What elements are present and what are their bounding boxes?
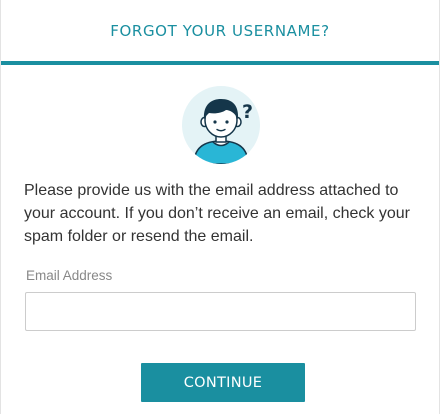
svg-text:?: ? (242, 101, 253, 123)
forgot-username-dialog: FORGOT YOUR USERNAME? ? Please provide u… (0, 0, 440, 414)
continue-button[interactable]: CONTINUE (141, 363, 305, 402)
email-address-input[interactable] (25, 292, 416, 331)
user-question-icon: ? (182, 86, 260, 164)
instruction-text: Please provide us with the email address… (24, 182, 410, 245)
dialog-header: FORGOT YOUR USERNAME? (1, 0, 439, 65)
email-address-label: Email Address (26, 268, 113, 283)
dialog-title: FORGOT YOUR USERNAME? (110, 21, 330, 40)
